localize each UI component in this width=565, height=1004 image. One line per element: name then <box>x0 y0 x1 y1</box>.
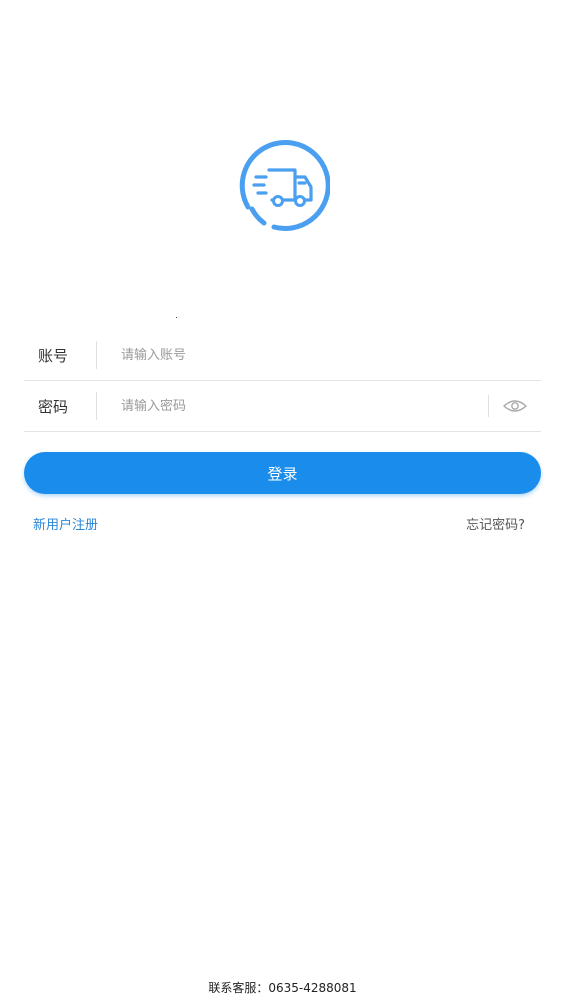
password-label: 密码 <box>38 397 69 416</box>
eye-divider <box>488 395 489 417</box>
account-label: 账号 <box>38 346 69 365</box>
password-input[interactable] <box>97 385 488 427</box>
register-link[interactable]: 新用户注册 <box>33 514 98 533</box>
decorative-dot <box>176 317 177 318</box>
login-page: 账号 密码 登录 新用户注册 忘记密码? 联系客服：0635-4288081 <box>0 0 565 1004</box>
login-form: 账号 密码 <box>24 330 541 432</box>
forgot-password-link[interactable]: 忘记密码? <box>466 514 525 533</box>
eye-icon[interactable] <box>503 398 527 414</box>
customer-service-contact: 联系客服：0635-4288081 <box>208 981 357 995</box>
delivery-truck-icon <box>239 140 330 231</box>
login-button[interactable]: 登录 <box>24 452 541 494</box>
account-input[interactable] <box>97 334 541 376</box>
password-row: 密码 <box>24 381 541 432</box>
account-row: 账号 <box>24 330 541 381</box>
